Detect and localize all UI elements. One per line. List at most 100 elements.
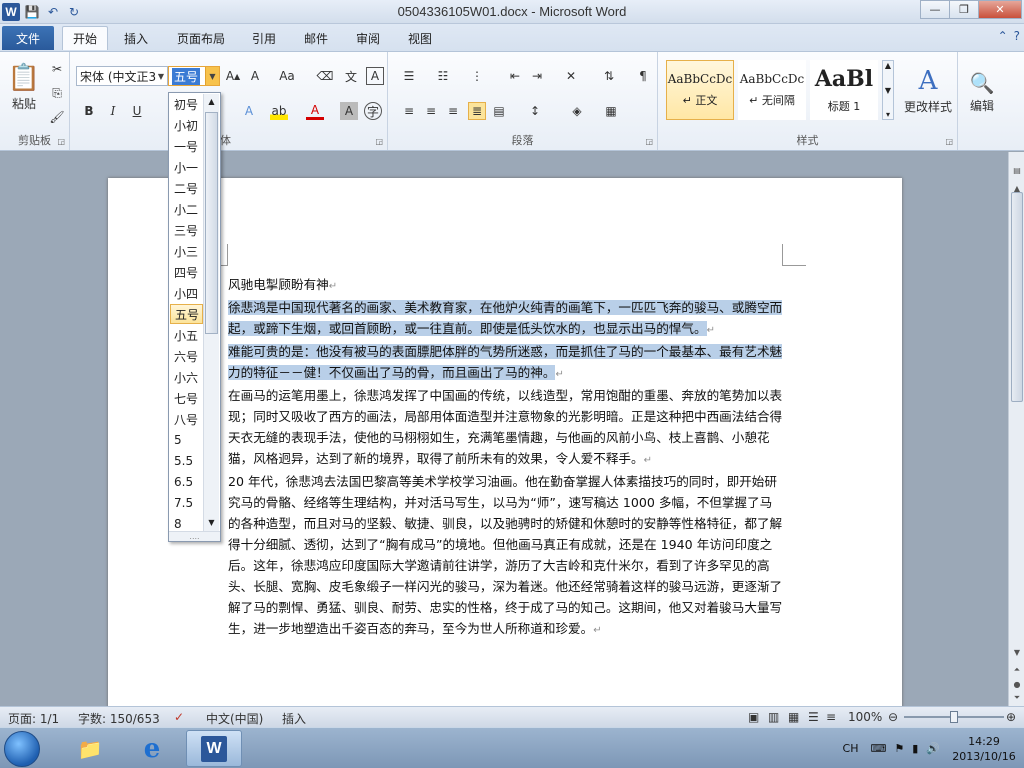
chevron-down-icon[interactable]: ▼ (155, 67, 167, 85)
editing-button[interactable]: 🔍 编辑 (962, 60, 1002, 124)
text-effects-icon[interactable]: A (240, 102, 258, 120)
copy-icon[interactable]: ⎘ (48, 84, 66, 102)
align-right-icon[interactable]: ≡ (444, 102, 462, 120)
bold-icon[interactable]: B (80, 102, 98, 120)
start-button[interactable] (4, 731, 40, 767)
vertical-scrollbar[interactable]: ▤ ▲ ▼ ⏶ ● ⏷ (1008, 152, 1024, 706)
internet-explorer-icon[interactable]: e (124, 730, 180, 767)
resize-grip-icon[interactable]: .... (169, 531, 220, 541)
character-border-icon[interactable]: A (366, 67, 384, 85)
grow-font-icon[interactable]: A ▲ (224, 67, 242, 85)
font-size-option[interactable]: 初号 (170, 94, 203, 114)
cut-icon[interactable]: ✂ (48, 60, 66, 78)
clock[interactable]: 14:29 2013/10/16 (944, 734, 1024, 764)
word-count[interactable]: 字数: 150/653 (78, 710, 160, 727)
volume-icon[interactable]: 🔊 (926, 742, 940, 755)
document-body[interactable]: 风驰电掣顾盼有神↵ 徐悲鸿是中国现代著名的画家、美术教育家，在他炉火纯青的画笔下… (228, 274, 784, 641)
print-layout-icon[interactable]: ▣ (748, 710, 759, 724)
shrink-font-icon[interactable]: A (246, 67, 264, 85)
tab-insert[interactable]: 插入 (114, 26, 158, 50)
font-size-combo[interactable]: 五号 ▼ (168, 66, 220, 86)
decrease-indent-icon[interactable]: ⇤ (506, 67, 524, 85)
web-layout-icon[interactable]: ▦ (788, 710, 799, 724)
borders-icon[interactable]: ▦ (602, 102, 620, 120)
show-marks-icon[interactable]: ¶ (634, 67, 652, 85)
font-size-option[interactable]: 七号 (170, 388, 203, 408)
sort-icon[interactable]: ⇅ (600, 67, 618, 85)
enclose-characters-icon[interactable]: 字 (364, 102, 382, 120)
zoom-in-icon[interactable]: ⊕ (1006, 710, 1016, 724)
phonetic-guide-icon[interactable]: 文 (342, 67, 360, 85)
zoom-out-icon[interactable]: ⊖ (888, 710, 898, 724)
distributed-icon[interactable]: ▤ (490, 102, 508, 120)
font-size-option[interactable]: 小五 (170, 325, 203, 345)
close-button[interactable]: ✕ (978, 0, 1022, 19)
change-case-icon[interactable]: Aa (278, 67, 296, 85)
font-size-option[interactable]: 三号 (170, 220, 203, 240)
multilevel-list-icon[interactable]: ⋮ (468, 67, 486, 85)
chinese-layout-icon[interactable]: ✕ (562, 67, 580, 85)
dialog-launcher-icon[interactable]: ◲ (57, 137, 65, 146)
keyboard-icon[interactable]: ⌨ (870, 742, 886, 755)
character-shading-icon[interactable]: A (340, 102, 358, 120)
font-size-option[interactable]: 小初 (170, 115, 203, 135)
chevron-down-icon[interactable]: ▼ (205, 67, 219, 85)
tab-references[interactable]: 引用 (244, 26, 284, 50)
font-size-option[interactable]: 小四 (170, 283, 203, 303)
tab-home[interactable]: 开始 (62, 26, 108, 50)
scroll-thumb[interactable] (1011, 192, 1023, 402)
outline-icon[interactable]: ☰ (808, 710, 819, 724)
style-normal[interactable]: AaBbCcDc ↵ 正文 (666, 60, 734, 120)
help-icon[interactable]: ? (1014, 29, 1020, 43)
font-size-option[interactable]: 八号 (170, 409, 203, 429)
font-color-icon[interactable]: A (306, 102, 324, 120)
minimize-button[interactable]: — (920, 0, 950, 19)
font-size-option[interactable]: 小三 (170, 241, 203, 261)
font-size-option[interactable]: 小六 (170, 367, 203, 387)
italic-icon[interactable]: I (104, 102, 122, 120)
change-styles-button[interactable]: A 更改样式 (900, 58, 956, 122)
style-heading-1[interactable]: AaBl 标题 1 (810, 60, 878, 120)
document-page[interactable]: 风驰电掣顾盼有神↵ 徐悲鸿是中国现代著名的画家、美术教育家，在他炉火纯青的画笔下… (108, 178, 902, 706)
font-size-dropdown[interactable]: 初号 小初 一号 小一 二号 小二 三号 小三 四号 小四 五号 小五 六号 小六 七号 八号 5 5.5 6.5 7… (168, 92, 221, 542)
dialog-launcher-icon[interactable]: ◲ (645, 137, 653, 146)
font-size-option[interactable]: 小一 (170, 157, 203, 177)
input-language[interactable]: CH (843, 742, 859, 755)
ruler-toggle-icon[interactable]: ▤ (1010, 162, 1024, 178)
center-icon[interactable]: ≡ (422, 102, 440, 120)
increase-indent-icon[interactable]: ⇥ (528, 67, 546, 85)
font-size-option[interactable]: 7.5 (170, 493, 203, 513)
numbering-icon[interactable]: ☷ (434, 67, 452, 85)
zoom-slider[interactable] (904, 711, 1004, 723)
dropdown-scrollbar[interactable]: ▲ ▼ (203, 94, 219, 531)
font-size-option[interactable]: 一号 (170, 136, 203, 156)
tab-mailings[interactable]: 邮件 (296, 26, 336, 50)
bullets-icon[interactable]: ☰ (400, 67, 418, 85)
line-spacing-icon[interactable]: ↕ (526, 102, 544, 120)
more-icon[interactable]: ▾ (886, 110, 890, 119)
chevron-down-icon[interactable]: ▼ (885, 86, 891, 95)
scroll-up-icon[interactable]: ▲ (204, 94, 219, 110)
zoom-slider-knob[interactable] (950, 711, 958, 723)
font-size-option[interactable]: 小二 (170, 199, 203, 219)
network-icon[interactable]: ▮ (912, 742, 918, 755)
justify-icon[interactable]: ≣ (468, 102, 486, 120)
font-size-option[interactable]: 六号 (170, 346, 203, 366)
scroll-down-icon[interactable]: ▼ (1010, 644, 1024, 660)
draft-icon[interactable]: ≡ (826, 710, 836, 724)
dialog-launcher-icon[interactable]: ◲ (945, 137, 953, 146)
font-size-option[interactable]: 5 (170, 430, 203, 450)
font-size-option[interactable]: 四号 (170, 262, 203, 282)
flag-icon[interactable]: ⚑ (894, 742, 904, 755)
tab-view[interactable]: 视图 (400, 26, 440, 50)
style-gallery-scroll[interactable]: ▲ ▼ ▾ (882, 60, 894, 120)
format-painter-icon[interactable]: 🖌 (48, 108, 66, 126)
underline-icon[interactable]: U (128, 102, 146, 120)
collapse-ribbon-icon[interactable]: ⌃ (998, 29, 1008, 43)
font-size-option[interactable]: 5.5 (170, 451, 203, 471)
dialog-launcher-icon[interactable]: ◲ (375, 137, 383, 146)
zoom-level[interactable]: 100% (848, 710, 882, 724)
paste-button[interactable]: 📋 粘贴 (4, 58, 44, 116)
maximize-button[interactable]: ❐ (949, 0, 979, 19)
highlight-icon[interactable]: ab (270, 102, 288, 120)
